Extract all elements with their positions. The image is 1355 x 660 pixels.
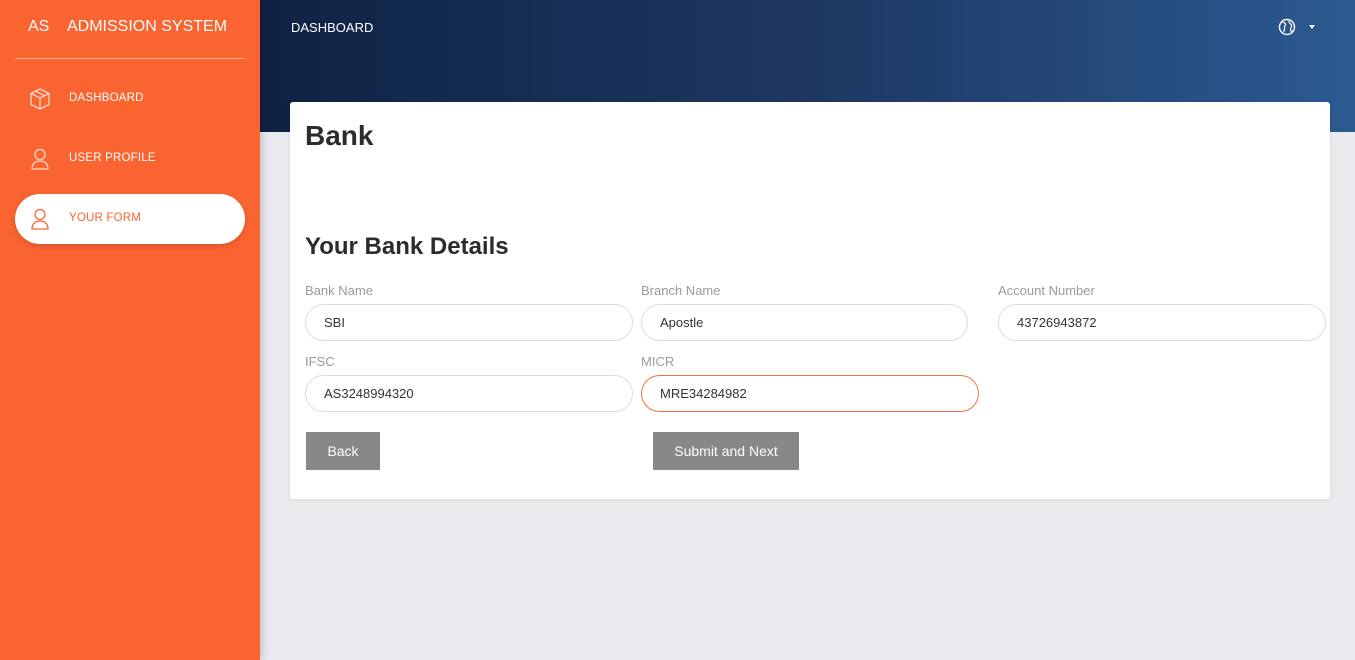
bank-name-input[interactable]: [305, 304, 633, 341]
account-number-input[interactable]: [998, 304, 1326, 341]
box-icon: [29, 87, 51, 111]
back-button[interactable]: Back: [306, 432, 380, 470]
sidebar-item-label: USER PROFILE: [69, 152, 156, 164]
user-icon: [29, 147, 51, 171]
bank-name-label: Bank Name: [305, 283, 373, 298]
ifsc-label: IFSC: [305, 354, 335, 369]
branch-name-input[interactable]: [641, 304, 968, 341]
user-icon: [29, 207, 51, 231]
globe-icon[interactable]: [1278, 18, 1296, 36]
branch-name-label: Branch Name: [641, 283, 721, 298]
sidebar-item-label: DASHBOARD: [69, 92, 144, 104]
sidebar: AS ADMISSION SYSTEM DASHBOARD USER PROFI…: [0, 0, 260, 660]
brand-name: ADMISSION SYSTEM: [67, 18, 228, 35]
ifsc-input[interactable]: [305, 375, 633, 412]
brand[interactable]: AS ADMISSION SYSTEM: [15, 0, 245, 59]
page-title: Bank: [305, 120, 374, 151]
section-title: Your Bank Details: [305, 233, 509, 260]
account-number-label: Account Number: [998, 283, 1095, 298]
chevron-down-icon[interactable]: [1309, 25, 1315, 29]
sidebar-item-user-profile[interactable]: USER PROFILE: [15, 134, 245, 184]
sidebar-item-label: YOUR FORM: [69, 212, 142, 224]
brand-mini: AS: [28, 18, 50, 35]
header-title[interactable]: DASHBOARD: [291, 20, 373, 35]
submit-next-button[interactable]: Submit and Next: [653, 432, 799, 470]
micr-label: MICR: [641, 354, 675, 369]
micr-input[interactable]: [641, 375, 979, 412]
sidebar-item-your-form[interactable]: YOUR FORM: [15, 194, 245, 244]
sidebar-item-dashboard[interactable]: DASHBOARD: [15, 74, 245, 124]
sidebar-nav: DASHBOARD USER PROFILE YOUR FORM: [15, 74, 245, 254]
bank-form-card: Bank Your Bank Details Bank Name Branch …: [290, 102, 1330, 499]
